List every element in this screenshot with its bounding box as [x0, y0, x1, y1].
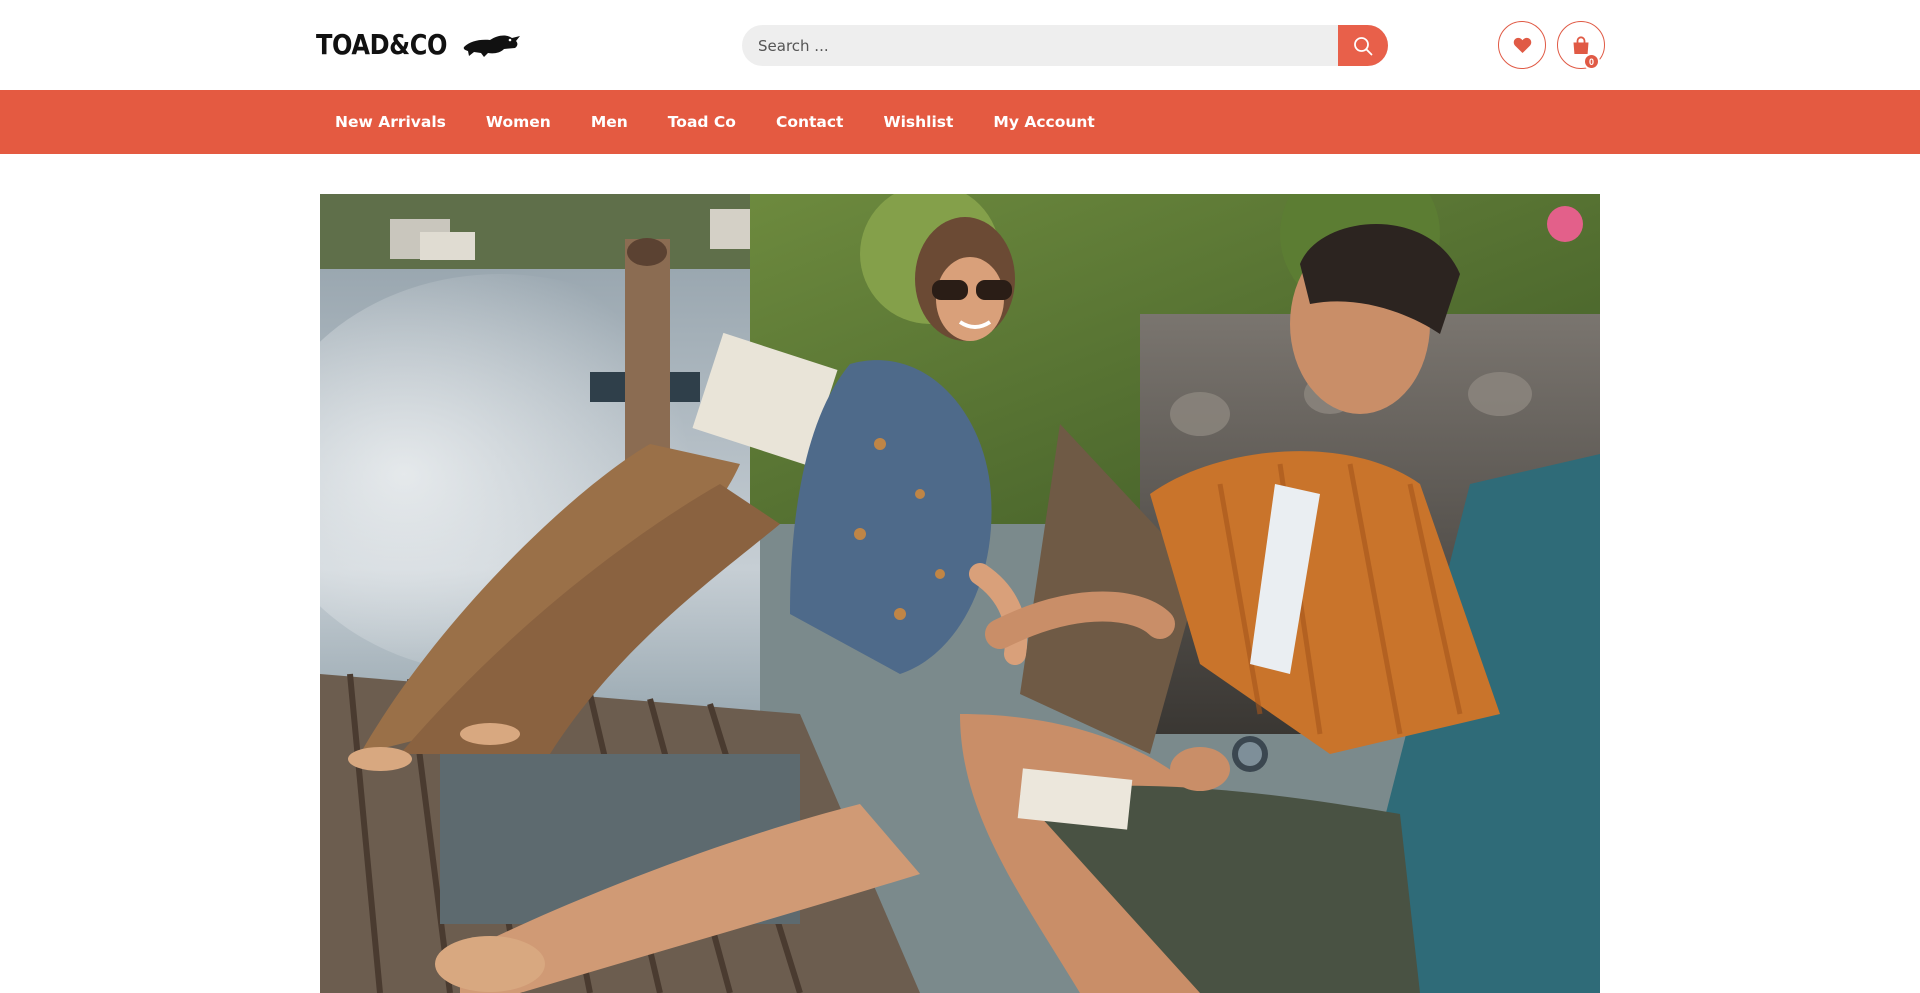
search-icon [1354, 36, 1373, 55]
site-logo[interactable]: TOAD&CO [316, 27, 522, 61]
nav-item-women[interactable]: Women [466, 90, 571, 154]
toad-icon [464, 35, 521, 57]
nav-item-men[interactable]: Men [571, 90, 648, 154]
heart-icon [1513, 37, 1531, 53]
nav-item-my-account[interactable]: My Account [973, 90, 1114, 154]
logo-text: TOAD&CO [316, 27, 448, 61]
cart-button[interactable]: 0 [1557, 21, 1605, 70]
shopping-bag-icon [1573, 35, 1589, 54]
search-input[interactable] [742, 25, 1338, 66]
nav-list: New Arrivals Women Men Toad Co Contact W… [315, 90, 1115, 154]
cart-count-badge: 0 [1583, 53, 1600, 70]
nav-item-new-arrivals[interactable]: New Arrivals [315, 90, 466, 154]
search-button[interactable] [1338, 25, 1388, 66]
main-navigation: New Arrivals Women Men Toad Co Contact W… [0, 90, 1920, 154]
nav-item-contact[interactable]: Contact [756, 90, 864, 154]
hero-image [320, 194, 1600, 993]
site-header: TOAD&CO 0 [0, 0, 1920, 90]
wishlist-button[interactable] [1498, 21, 1546, 69]
search-bar [742, 25, 1388, 66]
hero-photo [320, 194, 1600, 993]
nav-item-toad-co[interactable]: Toad Co [648, 90, 756, 154]
nav-item-wishlist[interactable]: Wishlist [863, 90, 973, 154]
